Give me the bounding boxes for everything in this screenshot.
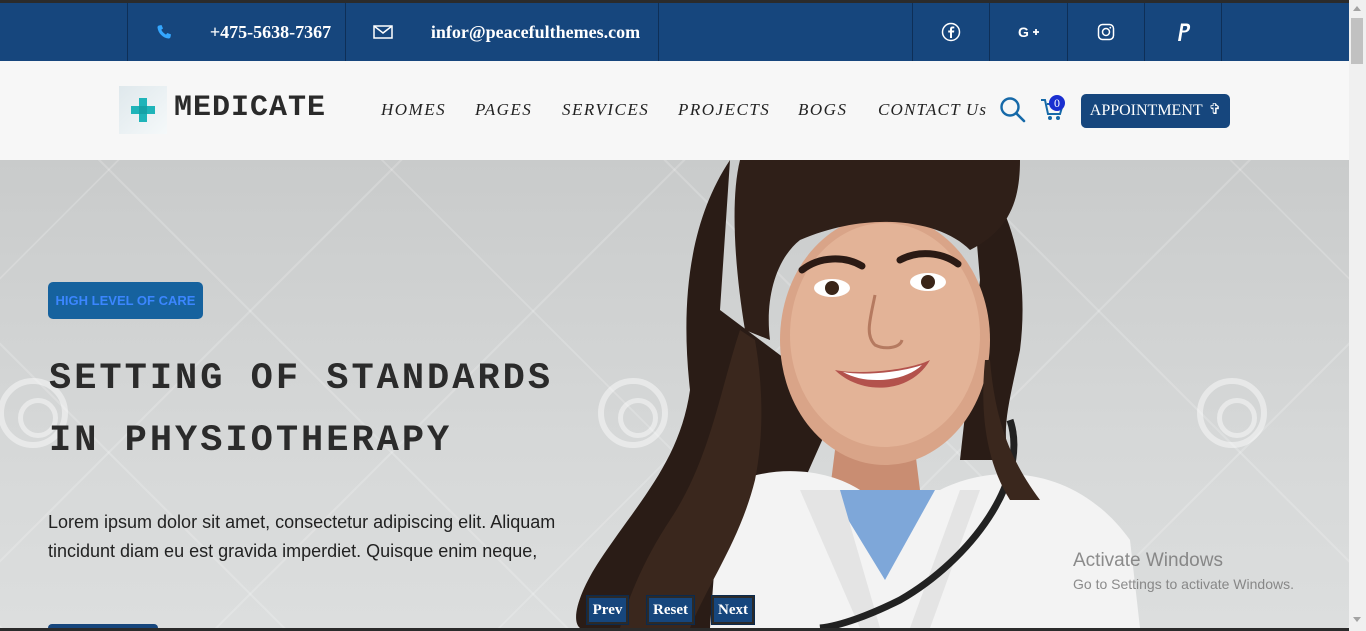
logo-cross-icon[interactable] bbox=[119, 86, 167, 134]
email-text[interactable]: infor@peacefulthemes.com bbox=[431, 22, 640, 43]
main-navbar: MEDICATE HOMES PAGES SERVICES PROJECTS B… bbox=[0, 61, 1349, 160]
google-plus-icon[interactable]: G bbox=[990, 3, 1067, 61]
divider bbox=[658, 3, 659, 61]
vertical-scrollbar[interactable] bbox=[1349, 0, 1366, 631]
phone-icon bbox=[150, 3, 178, 61]
nav-item-services[interactable]: SERVICES bbox=[562, 100, 649, 120]
nav-item-homes[interactable]: HOMES bbox=[381, 100, 446, 120]
nav-item-pages[interactable]: PAGES bbox=[475, 100, 532, 120]
hero-description: Lorem ipsum dolor sit amet, consectetur … bbox=[48, 512, 556, 561]
prev-button[interactable]: Prev bbox=[586, 595, 629, 625]
instagram-icon[interactable] bbox=[1068, 3, 1144, 61]
nav-item-blogs[interactable]: BOGS bbox=[798, 100, 847, 120]
email-address[interactable]: infor@peacefulthemes.com bbox=[418, 3, 653, 61]
watermark-swirl-icon bbox=[1197, 378, 1267, 448]
nav-item-contact[interactable]: CONTACT Us bbox=[878, 100, 987, 120]
logo-text[interactable]: MEDICATE bbox=[174, 91, 326, 125]
scroll-down-arrow-icon[interactable] bbox=[1353, 617, 1361, 622]
scroll-up-arrow-icon[interactable] bbox=[1353, 6, 1361, 11]
activate-windows-overlay: Activate Windows Go to Settings to activ… bbox=[1073, 550, 1294, 592]
divider bbox=[1221, 3, 1222, 61]
appointment-button[interactable]: APPOINTMENT ✞ bbox=[1081, 94, 1230, 128]
activate-windows-subtitle: Go to Settings to activate Windows. bbox=[1073, 576, 1294, 592]
appointment-label: APPOINTMENT bbox=[1089, 102, 1203, 119]
scroll-thumb[interactable] bbox=[1351, 18, 1363, 64]
hero-title-line1: SETTING OF STANDARDS bbox=[49, 358, 554, 400]
envelope-icon bbox=[368, 3, 398, 61]
paypal-icon[interactable] bbox=[1145, 3, 1221, 61]
care-level-badge: HIGH LEVEL OF CARE bbox=[48, 282, 203, 319]
facebook-icon[interactable] bbox=[913, 3, 989, 61]
svg-text:G: G bbox=[1018, 25, 1029, 39]
divider bbox=[345, 3, 346, 61]
cart-count-badge: 0 bbox=[1049, 95, 1065, 111]
search-icon[interactable] bbox=[999, 96, 1026, 128]
divider bbox=[127, 3, 128, 61]
phone-text[interactable]: +475-5638-7367 bbox=[210, 22, 331, 43]
top-contact-bar: +475-5638-7367 infor@peacefulthemes.com … bbox=[0, 0, 1349, 61]
hero-slider: HIGH LEVEL OF CARE SETTING OF STANDARDS … bbox=[0, 160, 1349, 628]
next-button[interactable]: Next bbox=[711, 595, 755, 625]
reset-button[interactable]: Reset bbox=[646, 595, 695, 625]
phone-number[interactable]: +475-5638-7367 bbox=[198, 3, 343, 61]
activate-windows-title: Activate Windows bbox=[1073, 550, 1223, 571]
cross-icon: ✞ bbox=[1208, 101, 1222, 118]
nav-item-projects[interactable]: PROJECTS bbox=[678, 100, 770, 120]
hero-title-line2: IN PHYSIOTHERAPY bbox=[49, 420, 453, 462]
